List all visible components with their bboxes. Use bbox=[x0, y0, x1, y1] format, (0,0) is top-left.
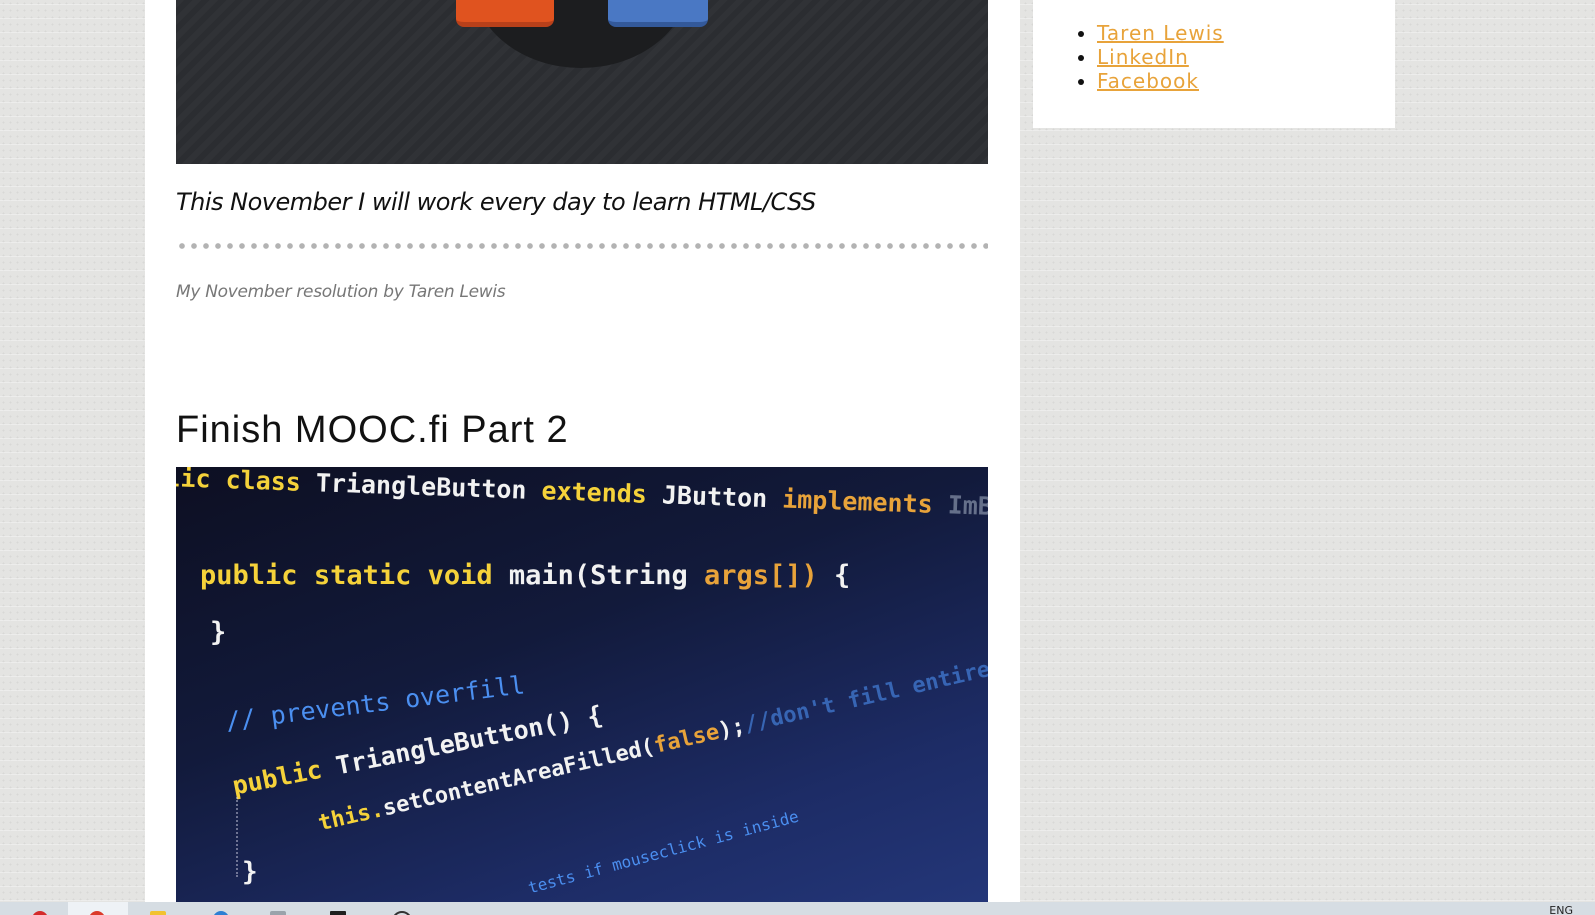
dotted-divider bbox=[176, 243, 988, 249]
sidebar-link-list: Taren Lewis LinkedIn Facebook bbox=[1077, 21, 1224, 93]
code-token: extends bbox=[541, 476, 648, 509]
terminal-icon[interactable] bbox=[330, 911, 346, 915]
linkedin-link[interactable]: LinkedIn bbox=[1097, 45, 1189, 69]
edge-icon[interactable] bbox=[213, 911, 229, 915]
code-token: public bbox=[230, 754, 325, 801]
post-byline: My November resolution by Taren Lewis bbox=[176, 282, 506, 302]
taren-lewis-link[interactable]: Taren Lewis bbox=[1097, 21, 1224, 45]
html5-block-graphic bbox=[456, 0, 554, 27]
code-token: public bbox=[200, 560, 298, 591]
list-item: Facebook bbox=[1097, 69, 1224, 93]
code-token: this. bbox=[316, 797, 387, 837]
html-css-post-image bbox=[176, 0, 988, 164]
os-taskbar: ENG bbox=[0, 902, 1595, 915]
code-token: lic class bbox=[176, 467, 302, 497]
list-item: LinkedIn bbox=[1097, 45, 1224, 69]
search-icon[interactable] bbox=[392, 911, 412, 915]
code-token: main(String bbox=[508, 560, 688, 591]
code-token: //don't fill entire rect bbox=[741, 642, 988, 739]
sidebar-links-widget: Taren Lewis LinkedIn Facebook bbox=[1033, 0, 1395, 128]
code-token: implements bbox=[781, 484, 934, 519]
blog-content-column: This November I will work every day to l… bbox=[145, 0, 1020, 915]
post-caption: This November I will work every day to l… bbox=[176, 188, 816, 216]
code-line: } bbox=[242, 857, 258, 887]
code-token: false bbox=[651, 719, 722, 759]
code-token: args[]) bbox=[703, 560, 818, 591]
mail-icon[interactable] bbox=[270, 911, 286, 915]
code-comment-line: tests if mouseclick is inside bbox=[526, 806, 801, 898]
code-token: TriangleButton bbox=[315, 468, 528, 505]
code-line: lic class TriangleButton extends JButton… bbox=[176, 467, 988, 523]
code-line: } bbox=[210, 617, 227, 648]
code-token: static void bbox=[313, 560, 493, 591]
opera-icon[interactable] bbox=[32, 911, 48, 915]
code-token: { bbox=[834, 560, 851, 591]
css3-block-graphic bbox=[608, 0, 708, 27]
code-token: JButton bbox=[661, 480, 768, 513]
list-item: Taren Lewis bbox=[1097, 21, 1224, 45]
code-line: public static void main(String args[]) { bbox=[200, 560, 850, 591]
java-code-post-image: lic class TriangleButton extends JButton… bbox=[176, 467, 988, 915]
folder-icon[interactable] bbox=[150, 911, 166, 915]
facebook-link[interactable]: Facebook bbox=[1097, 69, 1199, 93]
language-indicator[interactable]: ENG bbox=[1549, 904, 1573, 915]
post-title[interactable]: Finish MOOC.fi Part 2 bbox=[176, 409, 569, 452]
indent-guide bbox=[236, 797, 238, 877]
code-token: ImBiF { bbox=[947, 490, 988, 523]
